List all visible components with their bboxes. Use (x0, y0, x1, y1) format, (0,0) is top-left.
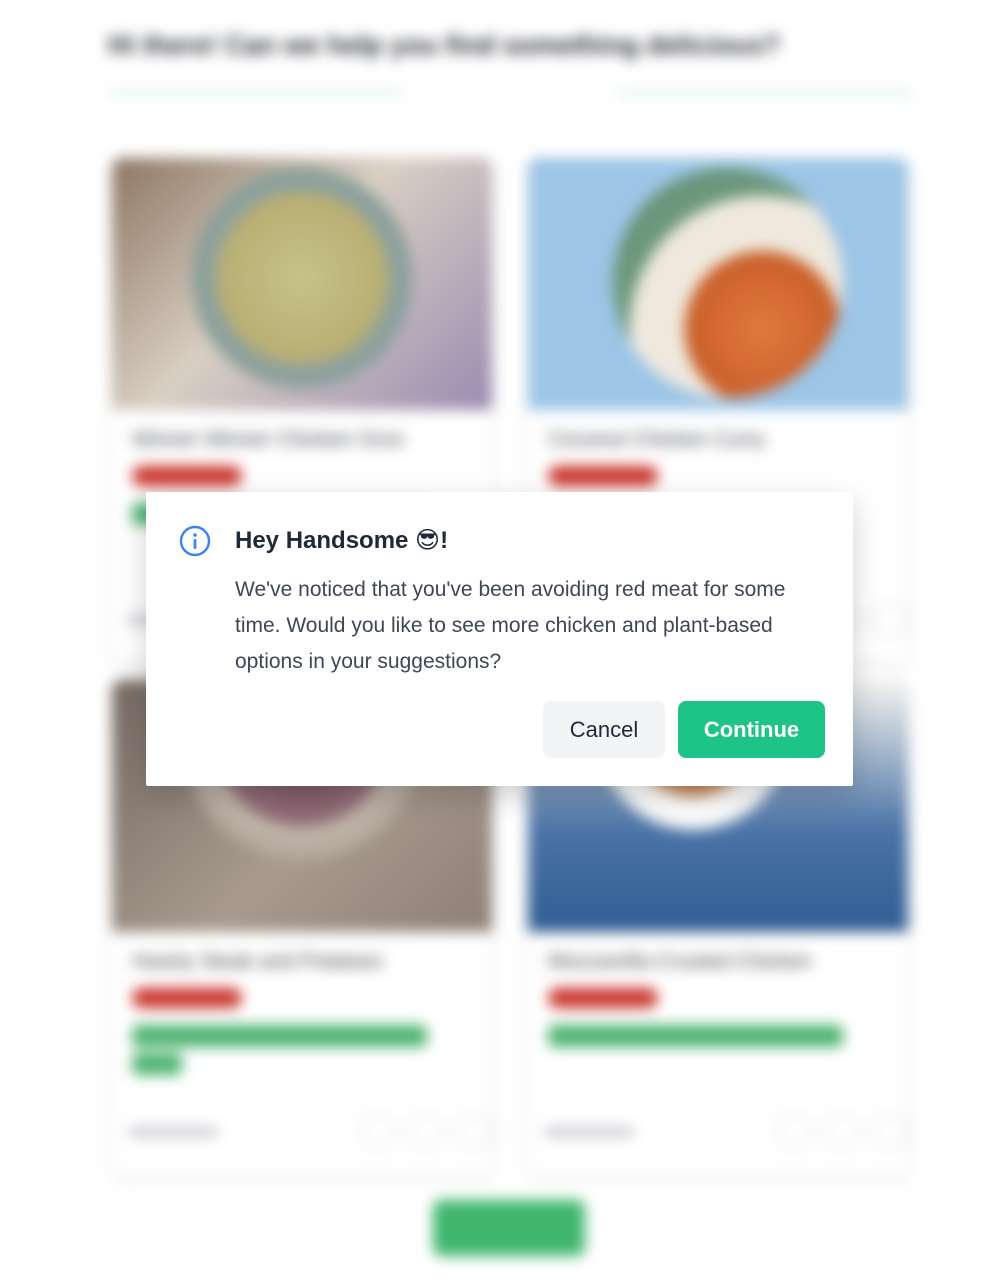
dialog-message: We've noticed that you've been avoiding … (235, 578, 786, 673)
recipe-tag (132, 988, 242, 1008)
recipe-footer (128, 1113, 492, 1153)
divider-left (108, 92, 403, 95)
divider-right (617, 92, 912, 95)
recipe-tag (132, 1053, 182, 1075)
recipe-title: Winner Winner Chicken Orzo (132, 428, 404, 451)
recipe-footer (544, 1113, 908, 1153)
recipe-tag (548, 988, 658, 1008)
cancel-button[interactable]: Cancel (543, 701, 665, 758)
recipe-image (112, 158, 492, 410)
recipe-title: Mozzarella-Crusted Chicken (548, 950, 812, 973)
recipe-title: Coconut Chicken Curry (548, 428, 766, 451)
continue-button[interactable]: Continue (678, 701, 825, 758)
recipe-title: Hearty Steak and Potatoes (132, 950, 383, 973)
recipe-tag (132, 466, 242, 486)
suggestion-dialog: Hey Handsome 😎! We've noticed that you'v… (146, 492, 853, 786)
recipe-tag (132, 1025, 427, 1047)
info-circle-icon (179, 525, 211, 557)
page-heading: Hi there! Can we help you find something… (108, 30, 781, 60)
load-more-button[interactable] (433, 1200, 585, 1256)
recipe-tag (548, 1025, 843, 1047)
recipe-image (528, 158, 908, 410)
dialog-title: Hey Handsome 😎! (235, 527, 449, 554)
recipe-tag (548, 466, 658, 486)
